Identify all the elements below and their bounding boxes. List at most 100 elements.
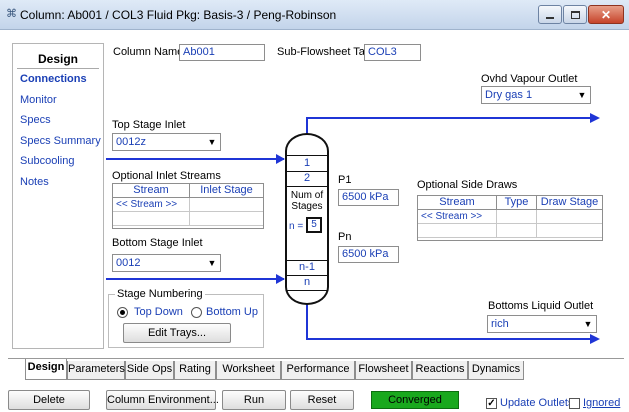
bottom-inlet-stream-line xyxy=(106,278,284,280)
side-stage-cell[interactable] xyxy=(537,210,602,224)
nav-item-notes[interactable]: Notes xyxy=(20,176,49,188)
n-label: n = xyxy=(289,221,304,232)
tab-dynamics[interactable]: Dynamics xyxy=(468,361,524,380)
inlet-col-stage: Inlet Stage xyxy=(190,184,263,198)
maximize-icon xyxy=(570,10,580,19)
update-outlets-checkbox[interactable]: ✓ xyxy=(486,398,497,409)
subflowsheet-tag-input[interactable]: COL3 xyxy=(364,44,421,61)
nav-divider xyxy=(17,68,99,69)
nav-item-connections[interactable]: Connections xyxy=(20,73,87,85)
column-vessel: 1 2 Num of Stages n = 5 n-1 n xyxy=(285,133,329,305)
title-bar[interactable]: ⌘ Column: Ab001 / COL3 Fluid Pkg: Basis-… xyxy=(0,0,629,30)
optional-inlet-grid[interactable]: Stream Inlet Stage << Stream >> xyxy=(112,183,264,229)
num-stages-label2: Stages xyxy=(291,201,323,212)
tab-rating[interactable]: Rating xyxy=(174,361,216,380)
minimize-button[interactable] xyxy=(538,5,562,24)
column-environment-button[interactable]: Column Environment... xyxy=(106,390,219,410)
close-icon: ✕ xyxy=(600,7,612,22)
stage-2-label: 2 xyxy=(303,172,311,184)
inlet-empty-cell[interactable] xyxy=(190,212,263,226)
delete-button[interactable]: Delete xyxy=(8,390,90,410)
update-outlets-label[interactable]: Update Outlets xyxy=(500,397,573,409)
stage-n-1-label: n-1 xyxy=(299,261,315,273)
bottoms-riser-line xyxy=(306,303,308,339)
top-stage-inlet-label: Top Stage Inlet xyxy=(112,119,186,131)
nav-item-specs[interactable]: Specs xyxy=(20,114,51,126)
top-inlet-stream-line xyxy=(106,158,284,160)
chevron-down-icon: ▼ xyxy=(581,317,595,331)
chevron-down-icon: ▼ xyxy=(205,135,219,149)
num-stages-label1: Num of xyxy=(290,190,324,201)
edit-trays-button[interactable]: Edit Trays... xyxy=(123,323,231,343)
p1-input[interactable]: 6500 kPa xyxy=(338,189,399,206)
stage-divider xyxy=(287,186,327,187)
bottom-up-label[interactable]: Bottom Up xyxy=(206,306,258,318)
inlet-stage-cell[interactable] xyxy=(190,198,263,212)
side-col-stream: Stream xyxy=(418,196,497,210)
app-icon: ⌘ xyxy=(6,8,17,20)
tab-flowsheet[interactable]: Flowsheet xyxy=(355,361,412,380)
tab-strip: Design Parameters Side Ops Rating Worksh… xyxy=(8,358,624,380)
bottoms-outlet-line xyxy=(306,338,595,340)
bottoms-liquid-label: Bottoms Liquid Outlet xyxy=(488,300,594,312)
ovhd-vapour-value: Dry gas 1 xyxy=(485,89,533,101)
chevron-down-icon: ▼ xyxy=(205,256,219,270)
nav-item-specs-summary[interactable]: Specs Summary xyxy=(20,135,101,147)
run-button[interactable]: Run xyxy=(222,390,286,410)
top-down-label[interactable]: Top Down xyxy=(134,306,183,318)
top-down-radio[interactable] xyxy=(117,307,128,318)
ovhd-vapour-label: Ovhd Vapour Outlet xyxy=(481,73,578,85)
tab-parameters[interactable]: Parameters xyxy=(67,361,125,380)
stage-1-label: 1 xyxy=(303,157,311,169)
window-title: Column: Ab001 / COL3 Fluid Pkg: Basis-3 … xyxy=(20,8,337,22)
close-button[interactable]: ✕ xyxy=(588,5,624,24)
stage-n-label: n xyxy=(303,276,311,288)
bottom-up-radio[interactable] xyxy=(191,307,202,318)
side-stream-cell[interactable]: << Stream >> xyxy=(418,210,497,224)
bottoms-liquid-select[interactable]: rich ▼ xyxy=(487,315,597,333)
top-stage-inlet-select[interactable]: 0012z ▼ xyxy=(112,133,221,151)
nav-header: Design xyxy=(37,52,78,66)
bottom-stage-inlet-label: Bottom Stage Inlet xyxy=(112,237,203,249)
maximize-button[interactable] xyxy=(563,5,587,24)
chevron-down-icon: ▼ xyxy=(575,88,589,102)
tab-reactions[interactable]: Reactions xyxy=(412,361,468,380)
tab-performance[interactable]: Performance xyxy=(281,361,355,380)
bottom-stage-inlet-select[interactable]: 0012 ▼ xyxy=(112,254,221,272)
tab-worksheet[interactable]: Worksheet xyxy=(216,361,281,380)
pn-input[interactable]: 6500 kPa xyxy=(338,246,399,263)
ovhd-vapour-select[interactable]: Dry gas 1 ▼ xyxy=(481,86,591,104)
nav-item-monitor[interactable]: Monitor xyxy=(20,94,57,106)
nav-item-subcooling[interactable]: Subcooling xyxy=(20,155,74,167)
arrow-right-icon xyxy=(590,113,600,123)
arrow-right-icon xyxy=(590,334,600,344)
side-empty-cell[interactable] xyxy=(497,224,537,238)
p1-label: P1 xyxy=(338,174,352,186)
side-type-cell[interactable] xyxy=(497,210,537,224)
tab-design[interactable]: Design xyxy=(25,359,67,380)
ignored-checkbox[interactable] xyxy=(569,398,580,409)
num-stages-input[interactable]: 5 xyxy=(306,217,322,233)
stage-divider xyxy=(287,155,327,156)
inlet-empty-cell[interactable] xyxy=(113,212,190,226)
pn-label: Pn xyxy=(338,231,352,243)
side-draws-label: Optional Side Draws xyxy=(417,179,518,191)
column-name-input[interactable]: Ab001 xyxy=(179,44,265,61)
arrow-right-icon xyxy=(276,274,285,284)
side-empty-cell[interactable] xyxy=(537,224,602,238)
side-draws-grid[interactable]: Stream Type Draw Stage << Stream >> xyxy=(417,195,603,241)
ignored-label[interactable]: Ignored xyxy=(583,397,620,409)
subflowsheet-tag-label: Sub-Flowsheet Tag xyxy=(277,46,371,58)
inlet-col-stream: Stream xyxy=(113,184,190,198)
reset-button[interactable]: Reset xyxy=(290,390,354,410)
bottoms-liquid-value: rich xyxy=(491,318,509,330)
design-nav-panel: Design Connections Monitor Specs Specs S… xyxy=(12,43,104,349)
side-empty-cell[interactable] xyxy=(418,224,497,238)
inlet-stream-cell[interactable]: << Stream >> xyxy=(113,198,190,212)
stage-numbering-label: Stage Numbering xyxy=(115,288,205,300)
tab-side-ops[interactable]: Side Ops xyxy=(125,361,174,380)
stage-divider xyxy=(287,290,327,291)
top-stage-inlet-value: 0012z xyxy=(116,136,146,148)
overhead-outlet-line xyxy=(306,117,595,119)
side-col-type: Type xyxy=(497,196,537,210)
